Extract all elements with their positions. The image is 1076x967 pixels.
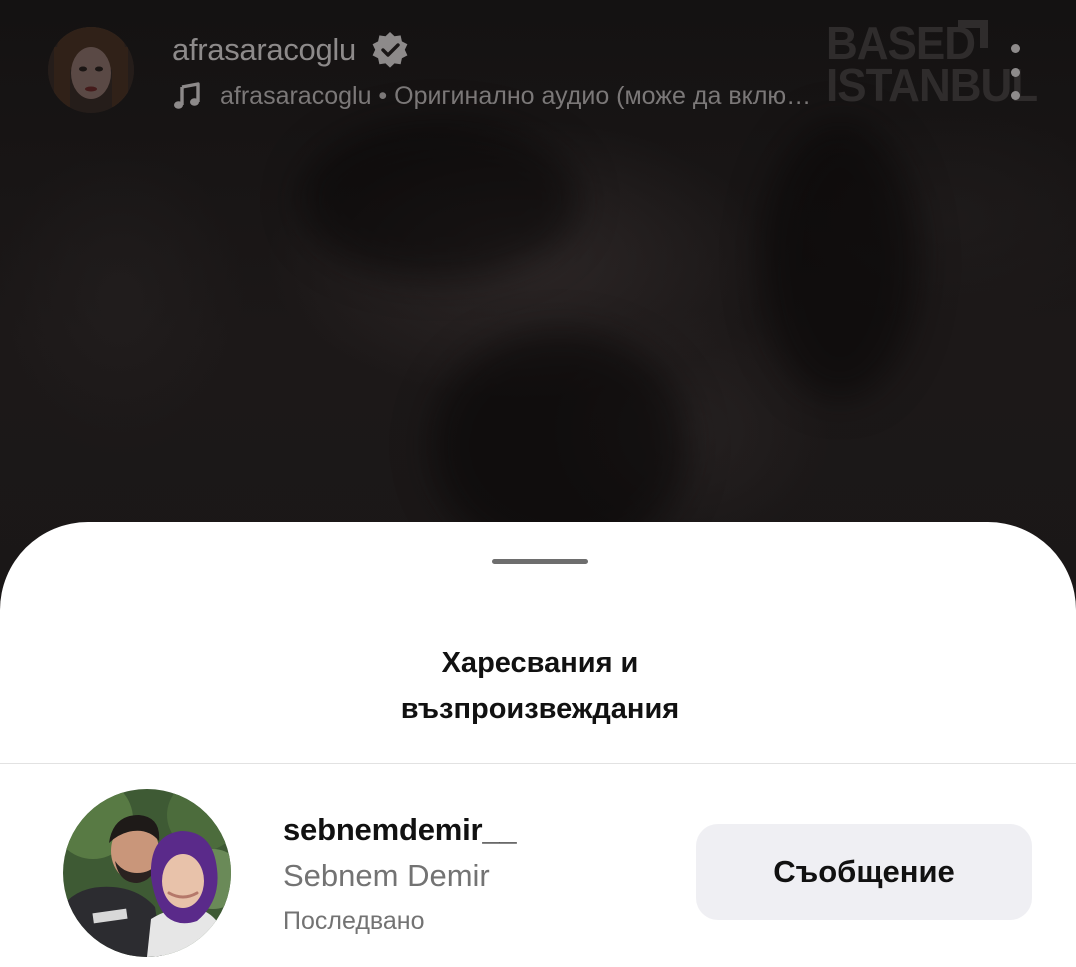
reel-author-username[interactable]: afrasaracoglu <box>172 32 356 68</box>
message-button[interactable]: Съобщение <box>696 824 1032 920</box>
user-username[interactable]: sebnemdemir__ <box>283 812 517 848</box>
watermark-corner-mark <box>958 20 988 48</box>
sheet-divider <box>0 763 1076 764</box>
reel-audio-label: afrasaracoglu • Оригинално аудио (може д… <box>220 81 812 110</box>
user-follow-status: Последвано <box>283 907 425 935</box>
reel-audio-row[interactable]: afrasaracoglu • Оригинално аудио (може д… <box>172 76 910 116</box>
more-vertical-icon <box>1010 44 1020 53</box>
based-istanbul-watermark-logo: BASED ISTANBUL <box>826 18 1038 111</box>
user-full-name: Sebnem Demir <box>283 858 490 893</box>
list-item[interactable]: sebnemdemir__ Sebnem Demir Последвано Съ… <box>0 784 1076 964</box>
verified-badge-icon <box>372 32 408 68</box>
likes-bottom-sheet: Харесвания и възпроизвеждания sebnemdemi… <box>0 522 1076 967</box>
music-note-icon <box>174 82 200 109</box>
sheet-title: Харесвания и възпроизвеждания <box>400 647 680 725</box>
more-options-button[interactable] <box>1000 44 1030 100</box>
video-shadow <box>760 120 920 400</box>
user-avatar[interactable] <box>63 789 231 957</box>
sheet-drag-handle[interactable] <box>492 559 588 564</box>
video-shadow <box>300 120 580 280</box>
reel-author-row: afrasaracoglu <box>172 28 410 72</box>
reel-screen: afrasaracoglu afrasaracoglu • Оригинално… <box>0 0 1076 967</box>
reel-author-avatar[interactable] <box>48 27 134 113</box>
